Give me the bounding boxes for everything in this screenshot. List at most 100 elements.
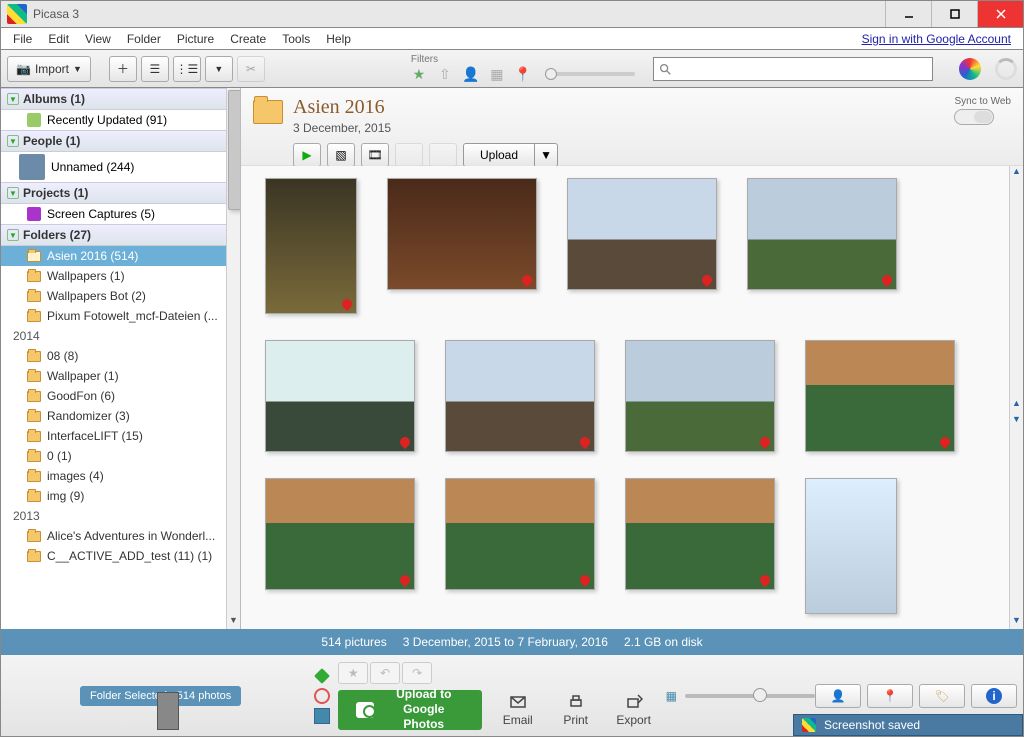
google-photos-icon[interactable] [959, 58, 981, 80]
photo-thumbnail[interactable] [387, 178, 537, 290]
sidebar-item-screen-captures[interactable]: Screen Captures (5) [1, 204, 240, 224]
search-input[interactable] [672, 62, 928, 76]
sidebar-folder[interactable]: Wallpapers Bot (2) [1, 286, 240, 306]
photo-thumbnail[interactable] [445, 478, 595, 590]
sidebar-item-unnamed[interactable]: Unnamed (244) [1, 152, 240, 182]
upload-button[interactable]: Upload ▼ [463, 143, 558, 167]
avatar-icon [19, 154, 45, 180]
search-icon [658, 62, 672, 76]
add-to-button[interactable] [314, 708, 330, 724]
scroll-down-icon[interactable]: ▼ [227, 615, 240, 629]
sidebar-year-2014: 2014 [1, 326, 240, 346]
scroll-down-icon[interactable]: ▼ [1010, 414, 1023, 428]
folder-icon [27, 551, 41, 562]
photo-thumbnail[interactable] [747, 178, 897, 290]
filter-slider[interactable] [545, 72, 635, 76]
sidebar-folder[interactable]: Wallpaper (1) [1, 366, 240, 386]
photo-thumbnail[interactable] [805, 340, 955, 452]
search-box[interactable] [653, 57, 933, 81]
upload-google-photos-button[interactable]: Upload to GooglePhotos [338, 690, 482, 730]
sidebar-folder[interactable]: Randomizer (3) [1, 406, 240, 426]
sidebar-folder[interactable]: images (4) [1, 466, 240, 486]
close-button[interactable] [977, 1, 1023, 27]
folder-icon [27, 411, 41, 422]
rotate-right-button[interactable]: ↷ [402, 662, 432, 684]
minimize-button[interactable] [885, 1, 931, 27]
photo-thumbnail[interactable] [805, 478, 897, 614]
menu-file[interactable]: File [5, 30, 40, 48]
photo-thumbnail[interactable] [625, 340, 775, 452]
sidebar-header-people[interactable]: ▼People (1) [1, 130, 240, 152]
rotate-left-button[interactable]: ↶ [370, 662, 400, 684]
sync-toggle[interactable] [954, 109, 994, 125]
sidebar-scrollbar[interactable]: ▼ [226, 88, 240, 629]
tag-people-button[interactable]: 👤 [815, 684, 861, 708]
filter-star-icon[interactable]: ★ [409, 65, 429, 83]
menu-folder[interactable]: Folder [119, 30, 169, 48]
menu-create[interactable]: Create [222, 30, 274, 48]
collage-button[interactable]: ▧ [327, 143, 355, 167]
notification-toast[interactable]: Screenshot saved [793, 714, 1023, 736]
sidebar-folder[interactable]: 08 (8) [1, 346, 240, 366]
photo-thumbnail[interactable] [265, 178, 357, 314]
photo-thumbnail[interactable] [265, 340, 415, 452]
import-button[interactable]: 📷 Import ▼ [7, 56, 91, 82]
sidebar-item-recently-updated[interactable]: Recently Updated (91) [1, 110, 240, 130]
sidebar-folder[interactable]: Alice's Adventures in Wonderl... [1, 526, 240, 546]
thumbnail-size-slider[interactable] [685, 694, 815, 698]
view-dropdown[interactable]: ▼ [205, 56, 233, 82]
add-folder-button[interactable]: ＋ [109, 56, 137, 82]
hold-button[interactable] [314, 668, 330, 684]
photo-thumbnail[interactable] [445, 340, 595, 452]
menu-tools[interactable]: Tools [274, 30, 318, 48]
geo-pin-icon [520, 273, 534, 287]
sidebar-folder[interactable]: InterfaceLIFT (15) [1, 426, 240, 446]
flat-view-button[interactable]: ☰ [141, 56, 169, 82]
print-button[interactable]: Print [554, 693, 598, 727]
scroll-up-icon[interactable]: ▲ [1010, 398, 1023, 412]
menu-edit[interactable]: Edit [40, 30, 77, 48]
filter-upload-icon[interactable]: ⇧ [435, 65, 455, 83]
photo-thumbnail[interactable] [265, 478, 415, 590]
tag-places-button[interactable]: 📍 [867, 684, 913, 708]
chevron-down-icon: ▼ [540, 148, 552, 162]
email-button[interactable]: Email [496, 693, 540, 727]
sidebar-folder[interactable]: C__ACTIVE_ADD_test (11) (1) [1, 546, 240, 566]
filters-label: Filters [409, 54, 635, 65]
menu-view[interactable]: View [77, 30, 119, 48]
thumbs-scrollbar[interactable]: ▲ ▲ ▼ ▼ [1009, 166, 1023, 629]
sidebar-header-albums[interactable]: ▼Albums (1) [1, 88, 240, 110]
sidebar-folder[interactable]: GoodFon (6) [1, 386, 240, 406]
photo-thumbnail[interactable] [625, 478, 775, 590]
scissors-button[interactable]: ✂ [237, 56, 265, 82]
menu-help[interactable]: Help [318, 30, 359, 48]
info-button[interactable]: i [971, 684, 1017, 708]
sidebar-header-projects[interactable]: ▼Projects (1) [1, 182, 240, 204]
sidebar-folder[interactable]: 0 (1) [1, 446, 240, 466]
maximize-button[interactable] [931, 1, 977, 27]
scroll-up-icon[interactable]: ▲ [1010, 166, 1023, 180]
sign-in-link[interactable]: Sign in with Google Account [862, 32, 1019, 46]
slideshow-button[interactable]: ▶ [293, 143, 321, 167]
collapse-icon: ▼ [7, 93, 19, 105]
sidebar-folder[interactable]: img (9) [1, 486, 240, 506]
photo-thumbnail[interactable] [567, 178, 717, 290]
disabled-button [429, 143, 457, 167]
tag-tags-button[interactable]: 🏷 [919, 684, 965, 708]
geo-pin-icon [700, 273, 714, 287]
sidebar-folder[interactable]: Wallpapers (1) [1, 266, 240, 286]
menu-picture[interactable]: Picture [169, 30, 222, 48]
tree-view-button[interactable]: ⋮☰ [173, 56, 201, 82]
filter-geo-icon[interactable]: 📍 [513, 65, 533, 83]
filter-face-icon[interactable]: 👤 [461, 65, 481, 83]
movie-button[interactable]: 🎞 [361, 143, 389, 167]
sidebar-header-folders[interactable]: ▼Folders (27) [1, 224, 240, 246]
star-button[interactable]: ★ [338, 662, 368, 684]
scroll-down-icon[interactable]: ▼ [1010, 615, 1023, 629]
sync-label: Sync to Web [954, 96, 1011, 107]
filter-movie-icon[interactable]: ▦ [487, 65, 507, 83]
sidebar-folder-asien-2016[interactable]: Asien 2016 (514) [1, 246, 240, 266]
clear-button[interactable] [314, 688, 330, 704]
sidebar-folder[interactable]: Pixum Fotowelt_mcf-Dateien (... [1, 306, 240, 326]
export-button[interactable]: Export [612, 693, 656, 727]
